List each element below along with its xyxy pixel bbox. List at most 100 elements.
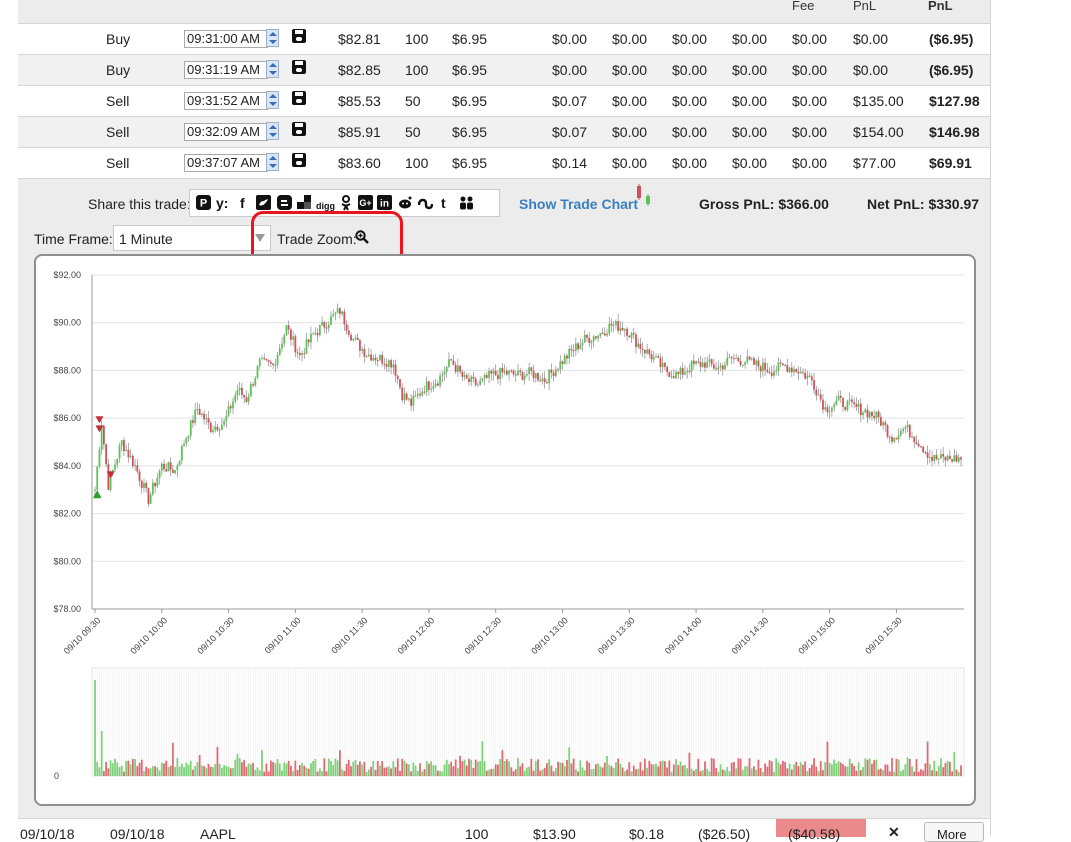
volume-bar [247,763,250,776]
candle-body [893,437,896,442]
candle-body [859,403,862,416]
candle-body [715,368,718,370]
stumbleupon-icon[interactable] [417,195,434,213]
candle-body [379,355,381,361]
volume-bar [628,762,631,776]
volume-bar [474,759,477,776]
show-trade-chart-link[interactable]: Show Trade Chart [519,196,638,212]
candle-body [730,357,733,359]
volume-bar [588,762,591,776]
candle-body [321,321,323,326]
save-icon[interactable] [292,153,306,167]
volume-bar [822,770,824,776]
volume-bar [686,768,689,776]
candle-body [871,411,873,417]
trade-time-input[interactable]: 09:31:00 AM [184,30,268,48]
volume-bar [517,758,519,776]
candle-body [283,335,286,344]
save-icon[interactable] [292,91,306,105]
candle-body [372,357,375,361]
candle-body [107,464,110,490]
candle-body [376,360,379,362]
volume-bar [784,761,787,776]
volume-bar [730,762,733,776]
candle-body [127,449,130,458]
save-icon[interactable] [292,60,306,74]
candle-body [394,364,397,376]
trade-time-input[interactable]: 09:31:19 AM [184,61,268,79]
tumblr-icon[interactable]: t [441,195,446,211]
candle-body [136,465,139,472]
delicious-icon[interactable] [297,195,311,212]
candle-body [343,311,346,325]
time-spinner[interactable] [266,91,279,109]
delete-icon[interactable]: ✕ [888,824,900,841]
candle-body [151,482,154,495]
volume-bar [851,763,853,776]
trade-time-input[interactable]: 09:37:07 AM [184,154,268,172]
yummly-icon[interactable]: y: [216,195,228,211]
candle-body [370,354,372,361]
volume-bar [690,768,693,776]
volume-bar [695,769,697,776]
volume-bar [318,768,321,776]
candle-body [430,388,433,390]
candle-body [425,381,428,393]
volume-bar [283,762,286,776]
open-date: 09/10/18 [20,826,75,842]
net-pnl-cell: ($40.58) [788,826,841,842]
time-spinner[interactable] [266,60,279,78]
myspace-icon[interactable] [458,195,476,213]
time-spinner[interactable] [266,153,279,171]
volume-bar [922,770,925,776]
reddit-icon[interactable] [397,195,413,213]
pinterest-icon[interactable]: P [196,195,211,213]
time-frame-select[interactable]: 1 Minute [113,225,271,251]
volume-bar [479,761,482,776]
time-spinner[interactable] [266,122,279,140]
volume-bar [846,766,849,776]
candle-body [864,409,867,413]
candle-body [944,456,947,461]
volume-bar [410,771,413,776]
candle-body [105,444,108,465]
candle-body [748,356,751,360]
candle-body [274,364,277,366]
trade-time-input[interactable]: 09:31:52 AM [184,92,268,110]
candle-body [503,370,506,373]
facebook-icon[interactable]: f [240,195,245,211]
volume-bar [534,761,537,776]
time-spinner[interactable] [266,29,279,47]
volume-bar [744,766,746,776]
trade-fee-4: $0.00 [732,124,768,140]
trade-fee-3: $0.00 [672,93,708,109]
volume-bar [704,761,706,776]
volume-bar [672,764,675,776]
candle-body [232,401,234,409]
price-chart[interactable]: $78.00 $80.00 $82.00 $84.00 $86.00 $88.00 $90.… [34,254,976,806]
candle-body [316,333,319,336]
volume-bar [733,761,735,776]
candle-body [637,343,640,348]
trade-fee-1: $0.07 [552,93,588,109]
volume-bar [343,771,346,776]
candle-body [448,359,450,367]
table-row[interactable]: 09/10/18 09/10/18 AAPL 100 $13.90 $0.18 … [18,818,990,842]
volume-bar [265,763,268,776]
save-icon[interactable] [292,29,306,43]
trade-fee-1: $0.00 [552,62,588,78]
volume-bar [163,763,165,776]
trade-time-input[interactable]: 09:32:09 AM [184,123,268,141]
candle-body [492,370,495,374]
save-icon[interactable] [292,122,306,136]
candle-body [445,366,448,372]
candle-body [525,374,528,376]
volume-bar [212,767,214,776]
volume-bar [189,760,192,776]
volume-bar [886,764,889,776]
volume-bar [815,766,818,776]
trade-chart-icon[interactable] [634,184,656,208]
more-button[interactable]: More [924,822,984,842]
candle-body [485,375,488,378]
svg-text:in: in [380,199,389,210]
